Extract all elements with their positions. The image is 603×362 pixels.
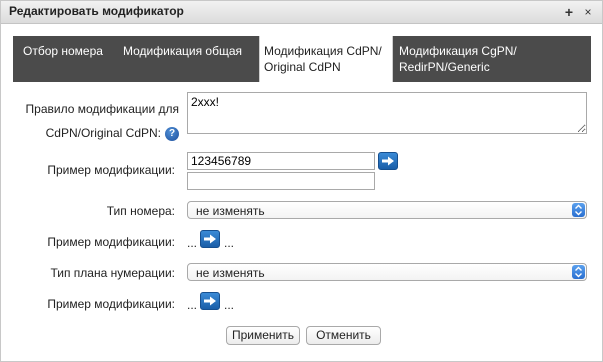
example3-before: ...: [187, 298, 198, 312]
updown-arrow-icon: [572, 203, 585, 217]
example2-after: ...: [224, 236, 235, 250]
dialog-title: Редактировать модификатор: [9, 4, 184, 18]
arrow-right-icon: [204, 234, 216, 244]
tab-general-modification[interactable]: Модификация общая: [123, 36, 259, 82]
cancel-button[interactable]: Отменить: [306, 326, 381, 345]
example-number-input[interactable]: [187, 152, 375, 170]
number-type-select[interactable]: не изменять: [187, 201, 587, 219]
expand-icon[interactable]: +: [561, 4, 577, 20]
tab-cgpn-modification[interactable]: Модификация CgPN/ RedirPN/Generic: [399, 36, 579, 82]
apply-example-button[interactable]: [378, 152, 398, 170]
edit-modifier-dialog: Редактировать модификатор + × Отбор номе…: [0, 0, 603, 362]
updown-arrow-icon: [572, 265, 585, 279]
tab-cdpn-modification[interactable]: Модификация CdPN/ Original CdPN: [259, 36, 393, 82]
numbering-plan-value: не изменять: [196, 266, 265, 280]
rule-textarea[interactable]: 2xxx!: [187, 92, 587, 134]
dialog-titlebar[interactable]: Редактировать модификатор + ×: [1, 1, 602, 24]
tab-bar: Отбор номера Модификация общая Модификац…: [13, 36, 591, 82]
example1-label: Пример модификации:: [47, 163, 175, 177]
tab-label: Отбор номера: [23, 44, 103, 58]
rule-label-line1: Правило модификации для: [25, 102, 179, 116]
example3-after: ...: [224, 298, 235, 312]
apply-number-type-example-button[interactable]: [200, 230, 220, 248]
help-icon[interactable]: ?: [165, 126, 179, 141]
rule-label: Правило модификации для CdPN/Original Cd…: [21, 97, 179, 145]
tab-number-selection[interactable]: Отбор номера: [23, 36, 123, 82]
number-type-value: не изменять: [196, 204, 265, 218]
example-result-field[interactable]: [187, 172, 375, 190]
tab-label: RedirPN/Generic: [399, 60, 490, 74]
arrow-right-icon: [382, 156, 394, 166]
example2-label: Пример модификации:: [47, 235, 175, 249]
example3-label: Пример модификации:: [47, 297, 175, 311]
tab-label: Модификация CgPN/: [399, 44, 517, 58]
tab-label: Original CdPN: [264, 60, 341, 74]
rule-label-line2: CdPN/Original CdPN:: [45, 126, 161, 140]
close-icon[interactable]: ×: [580, 4, 596, 20]
apply-button[interactable]: Применить: [226, 326, 300, 345]
numbering-plan-label: Тип плана нумерации:: [50, 266, 175, 280]
arrow-right-icon: [204, 296, 216, 306]
numbering-plan-select[interactable]: не изменять: [187, 263, 587, 281]
number-type-label: Тип номера:: [106, 204, 175, 218]
tab-label: Модификация общая: [123, 44, 243, 58]
apply-numbering-plan-example-button[interactable]: [200, 292, 220, 310]
tab-label: Модификация CdPN/: [264, 44, 382, 58]
example2-before: ...: [187, 236, 198, 250]
